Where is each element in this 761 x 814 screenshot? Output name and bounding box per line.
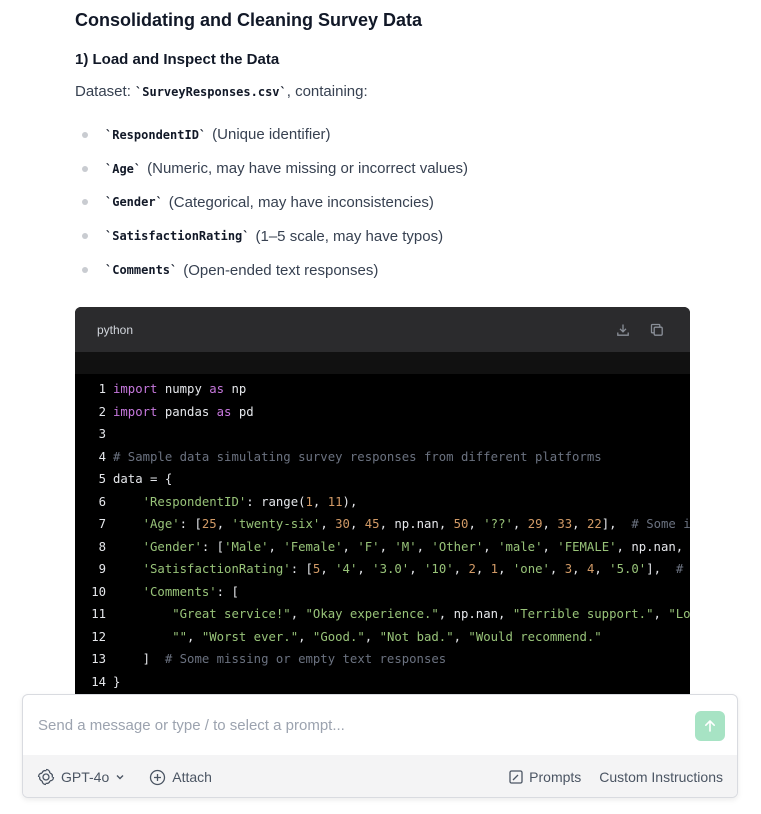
- code-line: 2 import pandas as pd: [75, 401, 690, 424]
- code-header: python: [75, 307, 690, 352]
- code-text: import pandas as pd: [113, 404, 254, 419]
- field-code: `RespondentID`: [105, 127, 207, 142]
- field-desc: (Numeric, may have missing or incorrect …: [147, 160, 469, 178]
- line-number: 2: [98, 404, 106, 419]
- page-title: Consolidating and Cleaning Survey Data: [75, 10, 423, 30]
- bullet-icon: [82, 131, 88, 138]
- composer-toolbar: GPT-4o Attach Prompts Custom Instruction…: [23, 755, 737, 797]
- line-number: 7: [98, 517, 106, 532]
- code-line: 7 'Age': [25, 'twenty-six', 30, 45, np.n…: [75, 513, 690, 536]
- line-number: 1: [98, 382, 106, 397]
- line-number: 13: [91, 652, 106, 667]
- field-code: `Comments`: [105, 263, 178, 278]
- dataset-line: Dataset: `SurveyResponses.csv`, containi…: [75, 83, 368, 100]
- code-text: "Great service!", "Okay experience.", np…: [172, 607, 690, 622]
- section-heading: 1) Load and Inspect the Data: [75, 51, 280, 68]
- copy-icon[interactable]: [646, 319, 668, 341]
- line-number: 12: [91, 629, 106, 644]
- code-text: import numpy as np: [113, 382, 247, 397]
- field-list: `RespondentID` (Unique identifier) `Age` (…: [75, 118, 675, 287]
- line-number: 8: [98, 539, 106, 554]
- prompts-label: Prompts: [529, 769, 582, 785]
- line-number: 4: [98, 449, 106, 464]
- bullet-icon: [82, 199, 88, 206]
- line-number: 9: [98, 562, 106, 577]
- code-line: 14}: [75, 671, 690, 694]
- code-body: 1 import numpy as np 2 import pandas as pd…: [75, 374, 690, 693]
- line-number: 3: [98, 427, 106, 442]
- message-composer: GPT-4o Attach Prompts Custom Instruction…: [22, 694, 738, 798]
- code-line: 6 'RespondentID': range(1, 11),: [75, 491, 690, 514]
- code-line: 13 ] # Some missing or empty text respon…: [75, 648, 690, 671]
- plus-circle-icon: [150, 769, 166, 785]
- code-line: 11 "Great service!", "Okay experience.",…: [75, 603, 690, 626]
- line-number: 6: [98, 494, 106, 509]
- code-text: }: [113, 674, 121, 689]
- dataset-prefix: Dataset:: [75, 83, 136, 100]
- code-line: 1 import numpy as np: [75, 378, 690, 401]
- code-actions: [612, 319, 668, 341]
- bullet-icon: [82, 267, 88, 274]
- custom-instructions-button[interactable]: Custom Instructions: [599, 769, 723, 785]
- line-number: 5: [98, 472, 106, 487]
- chevron-down-icon: [116, 775, 124, 780]
- line-number: 10: [91, 584, 106, 599]
- code-line: 5 data = {: [75, 468, 690, 491]
- code-block: python 1 import numpy as np 2 import panda…: [75, 307, 690, 697]
- field-desc: (Categorical, may have inconsistencies): [168, 193, 434, 211]
- code-line: 4 # Sample data simulating survey respons…: [75, 446, 690, 469]
- code-text: 'Age': [25, 'twenty-six', 30, 45, np.nan…: [142, 517, 690, 532]
- list-item: `Gender` (Categorical, may have inconsist…: [75, 186, 675, 220]
- message-input[interactable]: [23, 695, 737, 755]
- list-item: `SatisfactionRating` (1–5 scale, may have…: [75, 219, 675, 253]
- model-selector[interactable]: GPT-4o: [37, 768, 125, 786]
- code-gap: [75, 352, 690, 374]
- code-line: 9 'SatisfactionRating': [5, '4', '3.0', …: [75, 558, 690, 581]
- code-text: 'Comments': [: [142, 584, 239, 599]
- field-code: `Gender`: [105, 195, 163, 210]
- field-code: `Age`: [105, 161, 142, 176]
- list-item: `Comments` (Open-ended text responses): [75, 253, 675, 287]
- prompts-button[interactable]: Prompts: [509, 769, 581, 785]
- bullet-icon: [82, 233, 88, 240]
- field-desc: (1–5 scale, may have typos): [255, 227, 444, 245]
- code-text: ] # Some missing or empty text responses: [113, 652, 447, 667]
- bullet-icon: [82, 165, 88, 172]
- code-line: 8 'Gender': ['Male', 'Female', 'F', 'M',…: [75, 536, 690, 559]
- field-desc: (Unique identifier): [212, 126, 331, 144]
- code-text: # Sample data simulating survey response…: [113, 449, 602, 464]
- line-number: 14: [91, 674, 106, 689]
- list-item: `RespondentID` (Unique identifier): [75, 118, 675, 152]
- code-text: "", "Worst ever.", "Good.", "Not bad.", …: [172, 629, 602, 644]
- dataset-file: `SurveyResponses.csv`: [135, 85, 287, 99]
- list-item: `Age` (Numeric, may have missing or incor…: [75, 152, 675, 186]
- code-text: 'SatisfactionRating': [5, '4', '3.0', '1…: [142, 562, 684, 577]
- code-text: 'RespondentID': range(1, 11),: [142, 494, 358, 509]
- field-desc: (Open-ended text responses): [183, 261, 379, 279]
- field-code: `SatisfactionRating`: [105, 229, 250, 244]
- code-line: 3: [75, 423, 690, 446]
- line-number: 11: [91, 607, 106, 622]
- model-label: GPT-4o: [61, 769, 110, 785]
- openai-icon: [37, 768, 55, 786]
- send-button[interactable]: [695, 711, 725, 741]
- attach-button[interactable]: Attach: [149, 769, 212, 786]
- custom-instructions-label: Custom Instructions: [599, 769, 723, 785]
- code-text: 'Gender': ['Male', 'Female', 'F', 'M', '…: [142, 539, 690, 554]
- attach-label: Attach: [172, 769, 212, 785]
- code-line: 12 "", "Worst ever.", "Good.", "Not bad.…: [75, 626, 690, 649]
- code-text: data = {: [113, 472, 173, 487]
- download-icon[interactable]: [612, 319, 634, 341]
- dataset-suffix: , containing:: [286, 83, 368, 100]
- code-language: python: [97, 322, 134, 337]
- arrow-up-icon: [705, 720, 715, 732]
- prompt-icon: [509, 770, 523, 784]
- code-line: 10 'Comments': [: [75, 581, 690, 604]
